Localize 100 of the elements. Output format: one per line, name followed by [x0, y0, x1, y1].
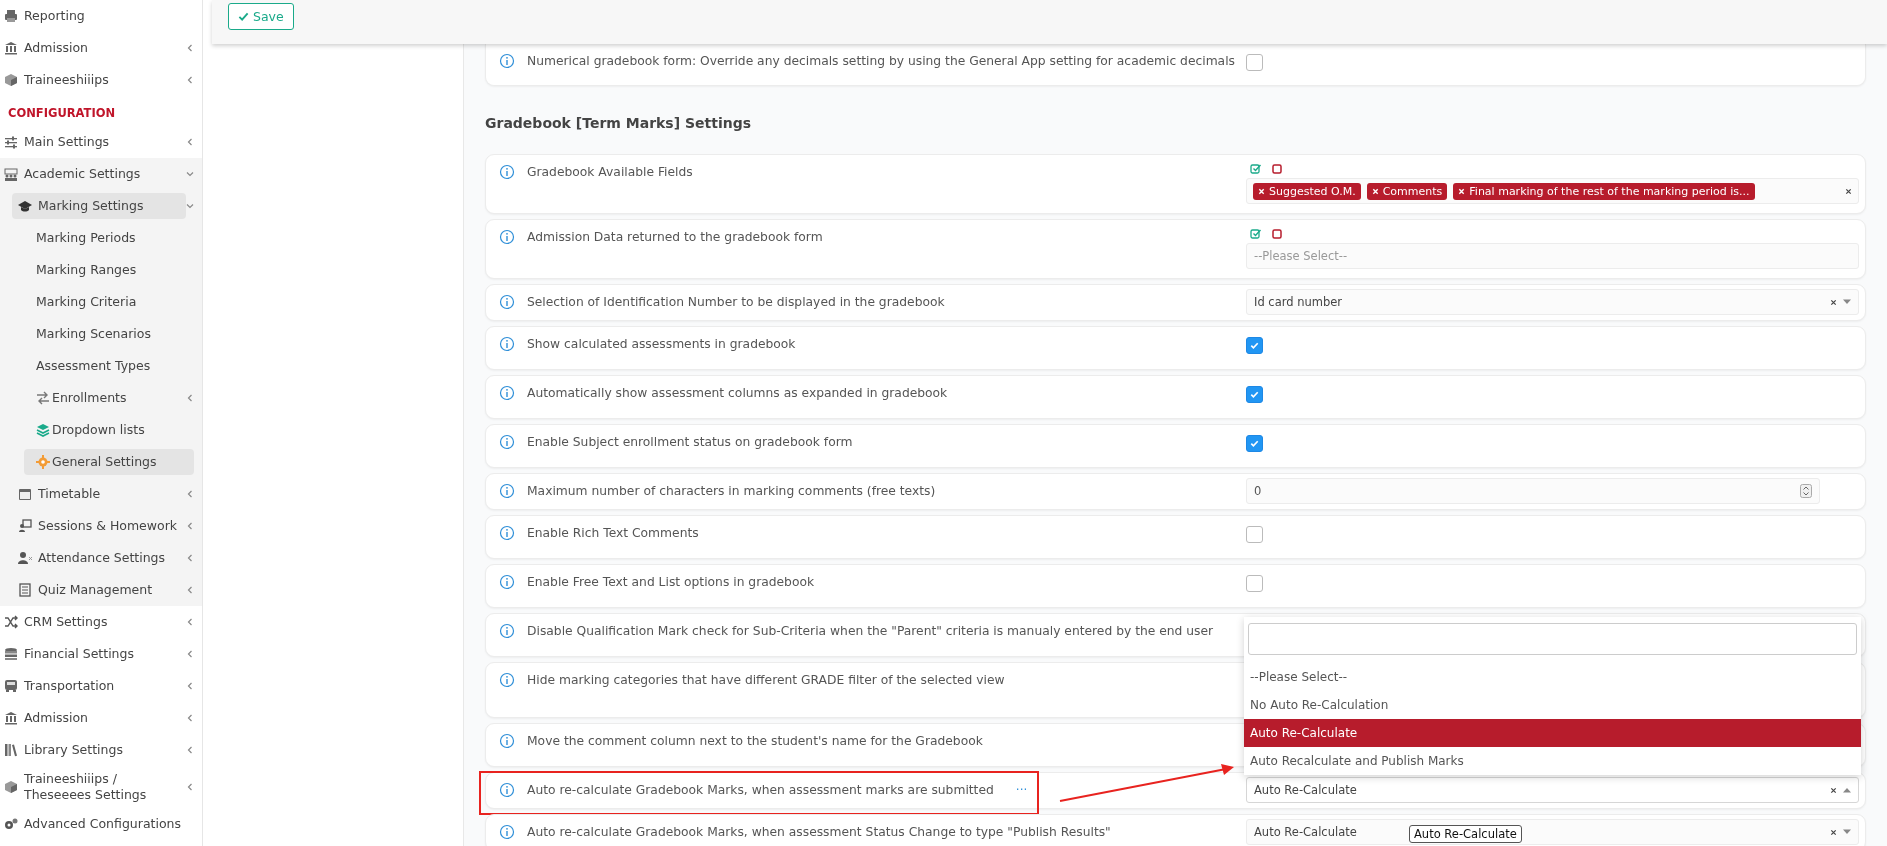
info-icon[interactable]	[499, 385, 515, 401]
checkbox[interactable]	[1246, 54, 1263, 71]
chevron-left-icon[interactable]	[186, 138, 194, 146]
setting-label: Automatically show assessment columns as expanded in gradebook	[527, 385, 948, 402]
bank-icon	[4, 711, 18, 725]
spinner-icon[interactable]	[1800, 484, 1812, 498]
checkbox[interactable]	[1246, 526, 1263, 543]
setting-label: Auto re-calculate Gradebook Marks, when assessment Status Change to type "Publish Results"	[527, 824, 1111, 841]
select-field[interactable]: Id card number	[1246, 289, 1859, 315]
printer-icon	[4, 9, 18, 23]
remove-icon[interactable]	[1371, 187, 1379, 195]
search-field[interactable]	[1248, 623, 1857, 655]
sidebar-item[interactable]: Traineeshiiips	[0, 67, 186, 93]
info-icon[interactable]	[499, 525, 515, 541]
chevron-left-icon[interactable]	[186, 554, 194, 562]
sidebar-item[interactable]: Reporting	[0, 3, 194, 29]
chevron-left-icon[interactable]	[186, 490, 194, 498]
more-link[interactable]: ···	[1015, 781, 1028, 799]
dropdown-option[interactable]: Auto Recalculate and Publish Marks	[1244, 747, 1861, 775]
section-heading: CONFIGURATION	[7, 105, 117, 122]
checkbox[interactable]	[1246, 435, 1263, 452]
setting-label: Gradebook Available Fields	[527, 164, 693, 181]
sidebar-item[interactable]: Transportation	[0, 673, 186, 699]
setting-label: Auto re-calculate Gradebook Marks, when assessment marks are submitted	[527, 782, 994, 799]
info-icon[interactable]	[499, 824, 515, 840]
chevron-left-icon[interactable]	[186, 76, 194, 84]
shuffle-icon	[4, 615, 18, 629]
checkmark-icon	[1249, 389, 1260, 400]
info-icon[interactable]	[499, 672, 515, 688]
number-field[interactable]: 0	[1246, 478, 1820, 504]
sidebar-item[interactable]: Admission	[0, 705, 186, 731]
chevron-left-icon[interactable]	[186, 44, 194, 52]
chevron-left-icon[interactable]	[186, 586, 194, 594]
info-icon[interactable]	[499, 164, 515, 180]
deselect-all-icon[interactable]	[1271, 228, 1283, 240]
deselect-all-icon[interactable]	[1271, 163, 1283, 175]
select-field[interactable]: Auto Re-Calculate	[1246, 777, 1859, 803]
clear-icon[interactable]	[1830, 786, 1837, 794]
info-icon[interactable]	[499, 434, 515, 450]
info-icon[interactable]	[499, 483, 515, 499]
select-all-icon[interactable]	[1250, 163, 1262, 175]
setting-label: Move the comment column next to the student's name for the Gradebook	[527, 733, 983, 750]
sidebar-item[interactable]: Advanced Configurations	[0, 811, 194, 837]
caret-down-icon[interactable]	[1843, 299, 1851, 305]
clear-icon[interactable]	[1845, 187, 1852, 195]
sidebar-item[interactable]: Main Settings	[0, 129, 186, 155]
coins-icon	[4, 647, 18, 661]
setting-label: Show calculated assessments in gradebook	[527, 336, 796, 353]
chevron-left-icon[interactable]	[186, 618, 194, 626]
chevron-left-icon[interactable]	[186, 682, 194, 690]
gears-icon	[4, 817, 18, 831]
select-all-icon[interactable]	[1250, 228, 1262, 240]
clear-icon[interactable]	[1830, 298, 1837, 306]
tag[interactable]: Comments	[1366, 182, 1448, 200]
box-icon	[4, 73, 18, 87]
caret-down-icon[interactable]	[1843, 829, 1851, 835]
chevron-left-icon[interactable]	[186, 650, 194, 658]
chevron-left-icon[interactable]	[186, 394, 194, 402]
checkbox[interactable]	[1246, 337, 1263, 354]
chevron-left-icon[interactable]	[186, 522, 194, 530]
tag[interactable]: Final marking of the rest of the marking period is...	[1453, 182, 1755, 200]
checkmark-icon	[1249, 340, 1260, 351]
setting-label: Enable Subject enrollment status on gradebook form	[527, 434, 853, 451]
layers-icon	[36, 423, 50, 437]
sliders-icon	[4, 135, 18, 149]
remove-icon[interactable]	[1258, 187, 1265, 195]
setting-label: Numerical gradebook form: Override any decimals setting by using the General App setting for academic decimals	[527, 53, 1235, 70]
sidebar-item[interactable]: Library Settings	[0, 737, 186, 763]
info-icon[interactable]	[499, 733, 515, 749]
info-icon[interactable]	[499, 336, 515, 352]
chevron-left-icon[interactable]	[186, 714, 194, 722]
chevron-down-icon[interactable]	[186, 202, 194, 210]
sidebar-item[interactable]: Marking Settings	[12, 193, 186, 219]
info-icon[interactable]	[499, 574, 515, 590]
remove-icon[interactable]	[1458, 187, 1466, 195]
sidebar-item[interactable]: Traineeshiiips / Theseeees Settings	[0, 766, 186, 808]
dropdown-option[interactable]: Auto Re-Calculate	[1244, 719, 1861, 747]
info-icon[interactable]	[499, 294, 515, 310]
info-icon[interactable]	[499, 229, 515, 245]
info-icon[interactable]	[499, 623, 515, 639]
tag[interactable]: Suggested O.M.	[1253, 182, 1361, 200]
sidebar-item[interactable]: CRM Settings	[0, 609, 186, 635]
setting-label: Admission Data returned to the gradebook form	[527, 229, 823, 246]
tags-field[interactable]: Suggested O.M. Comments Final marking of the rest of the marking period is...	[1246, 178, 1859, 204]
info-icon[interactable]	[499, 53, 515, 69]
setting-label: Maximum number of characters in marking comments (free texts)	[527, 483, 936, 500]
chevron-left-icon[interactable]	[186, 746, 194, 754]
chevron-left-icon[interactable]	[186, 783, 194, 791]
checkbox[interactable]	[1246, 386, 1263, 403]
sidebar-item[interactable]: General Settings	[24, 449, 194, 475]
chevron-down-icon[interactable]	[186, 170, 194, 178]
checkbox[interactable]	[1246, 575, 1263, 592]
sidebar-item[interactable]: Admission	[0, 35, 186, 61]
dropdown-option[interactable]: No Auto Re-Calculation	[1244, 691, 1861, 719]
caret-up-icon[interactable]	[1843, 787, 1851, 793]
dropdown-option[interactable]: --Please Select--	[1244, 663, 1861, 691]
clear-icon[interactable]	[1830, 828, 1837, 836]
bank-icon	[4, 41, 18, 55]
info-icon[interactable]	[499, 782, 515, 798]
sidebar-item[interactable]: Financial Settings	[0, 641, 186, 667]
